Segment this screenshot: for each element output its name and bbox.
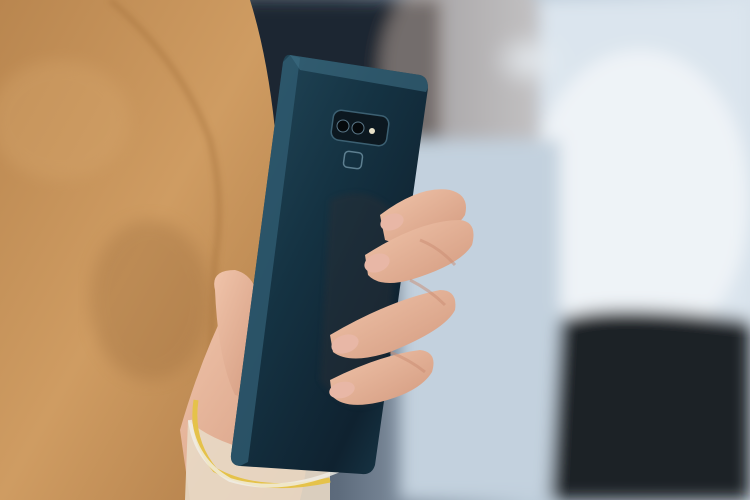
photo-illustration <box>0 0 750 500</box>
camera-lens-icon <box>336 119 350 133</box>
camera-lens-icon <box>351 121 365 135</box>
flash-icon <box>369 128 375 134</box>
photo-scene <box>0 0 750 500</box>
